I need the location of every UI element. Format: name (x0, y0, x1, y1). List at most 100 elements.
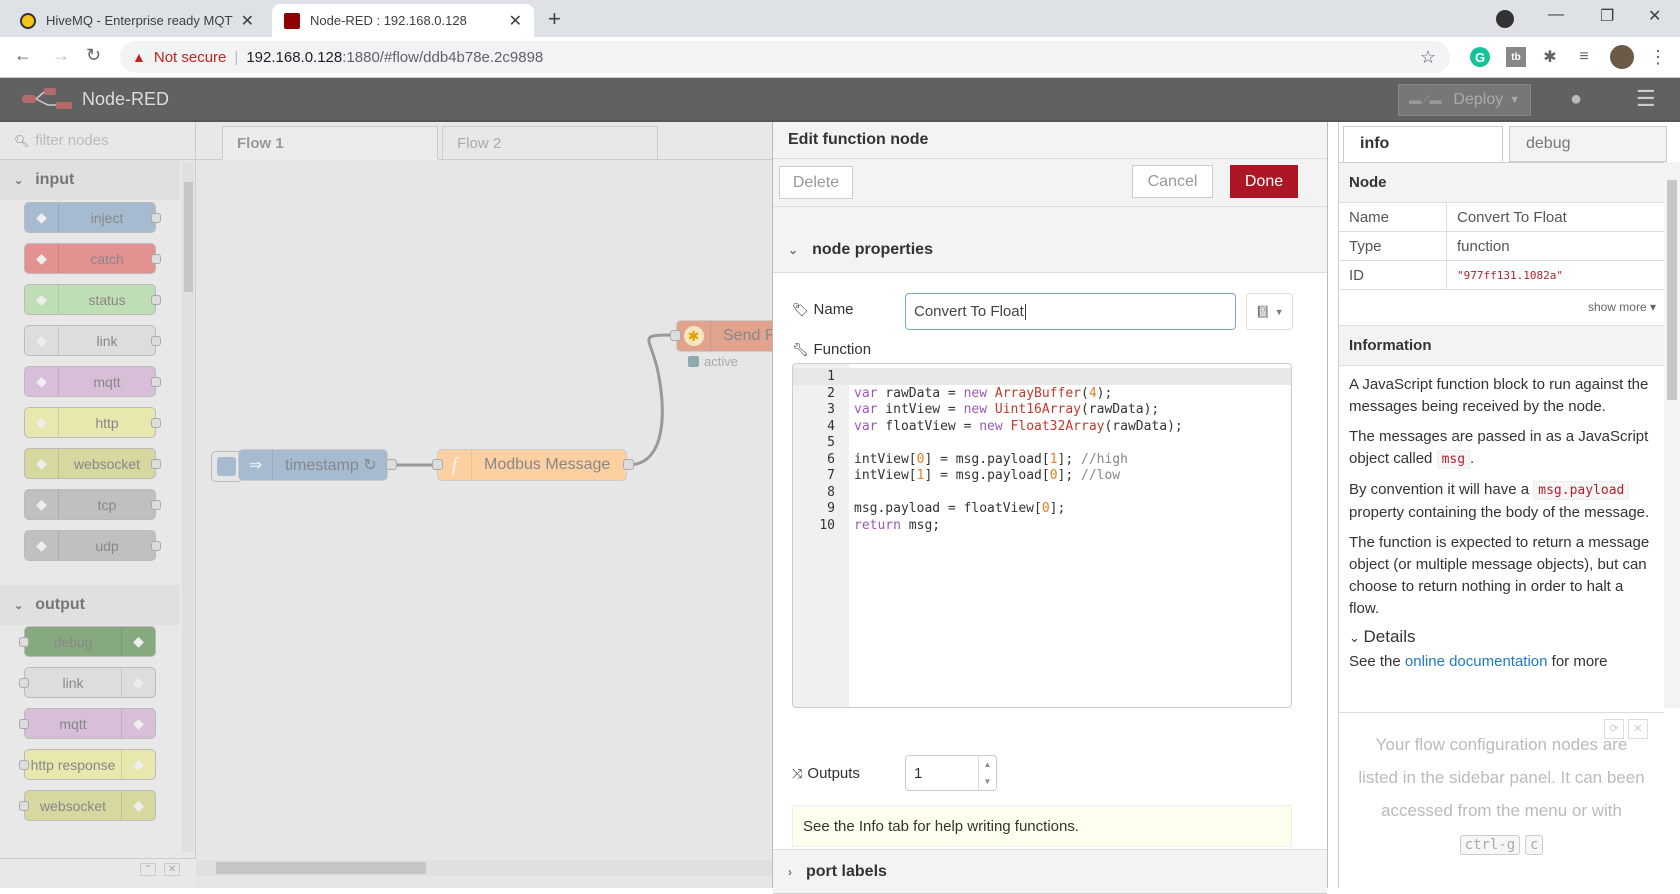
input-port[interactable] (432, 459, 443, 470)
palette-node-link[interactable]: link ◆ (19, 667, 156, 698)
url-host: 192.168.0.128 (246, 48, 343, 66)
delete-button[interactable]: Delete (779, 166, 853, 199)
spin-up-icon[interactable]: ▲ (984, 760, 992, 769)
filter-nodes-input[interactable]: 🔍︎ filter nodes (0, 122, 195, 160)
library-button[interactable]: 📓︎ ▼ (1246, 293, 1293, 330)
flow-node-timestamp[interactable]: ⇒ timestamp ↻ (238, 449, 388, 481)
tb-extension-icon[interactable]: tb (1506, 47, 1526, 67)
tab-debug[interactable]: debug (1509, 126, 1667, 162)
show-more-link[interactable]: show more ▾ (1339, 290, 1664, 326)
output-port[interactable] (386, 459, 397, 470)
maximize-icon[interactable]: ❐ (1600, 6, 1614, 26)
browser-tab-hivemq[interactable]: HiveMQ - Enterprise ready MQTT ✕ (8, 4, 266, 37)
code-line[interactable]: 4 var floatView = new Float32Array(rawDat… (793, 418, 1291, 435)
cancel-button[interactable]: Cancel (1132, 165, 1213, 198)
back-icon[interactable]: ← (14, 45, 32, 66)
palette-node-tcp[interactable]: ◆ tcp (24, 489, 161, 520)
code-line[interactable]: 1 (793, 368, 1291, 385)
palette-node-http-response[interactable]: http response ◆ (19, 749, 156, 780)
expand-all-icon[interactable]: ✕ (164, 863, 181, 876)
collapse-all-icon[interactable]: ⌃ (140, 863, 157, 876)
workspace-h-scrollbar[interactable] (196, 860, 780, 876)
hamburger-menu-icon[interactable]: ☰ (1636, 86, 1656, 112)
palette-node-mqtt[interactable]: ◆ mqtt (24, 366, 161, 397)
extensions-puzzle-icon[interactable]: ✱ (1540, 47, 1560, 67)
node-type-icon: ◆ (121, 750, 155, 779)
done-button[interactable]: Done (1230, 165, 1298, 198)
url-input[interactable]: ▲ Not secure | 192.168.0.128 :1880/#flow… (120, 41, 1450, 73)
media-queue-icon[interactable]: ≡ (1574, 47, 1594, 67)
category-output[interactable]: ⌄ output (0, 585, 180, 625)
category-input[interactable]: ⌄ input (0, 160, 180, 200)
minimize-icon[interactable]: — (1548, 6, 1564, 24)
output-port[interactable] (623, 459, 634, 470)
node-type-icon: ◆ (121, 668, 155, 697)
profile-avatar[interactable] (1610, 45, 1634, 69)
code-line[interactable]: 5 (793, 434, 1291, 451)
refresh-icon[interactable]: ⟳ (1604, 719, 1624, 739)
code-editor[interactable]: 1 2 var rawData = new ArrayBuffer(4); 3 var … (792, 363, 1292, 708)
code-line[interactable]: 8 (793, 484, 1291, 501)
palette-node-http[interactable]: ◆ http (24, 407, 161, 438)
security-label[interactable]: Not secure (154, 49, 227, 66)
wire[interactable] (627, 333, 673, 467)
code-line[interactable]: 7 intView[1] = msg.payload[0]; //low (793, 467, 1291, 484)
reload-icon[interactable]: ↻ (86, 45, 101, 66)
flow-node-modbus-message[interactable]: f Modbus Message (437, 449, 627, 481)
forward-icon[interactable]: → (52, 45, 70, 66)
close-tab-icon[interactable]: ✕ (241, 11, 254, 31)
palette-node-inject[interactable]: ◆ inject (24, 202, 161, 233)
node-properties-section[interactable]: ⌄ node properties (773, 228, 1327, 272)
node-label: status (88, 291, 126, 308)
outputs-spinner[interactable]: ▲ ▼ (978, 756, 996, 790)
port-labels-section[interactable]: › port labels (773, 850, 1327, 894)
sidebar: info debug Node Name Convert To Float Typ… (1338, 122, 1680, 888)
deploy-button[interactable]: ▬⟋▬ Deploy ▼ (1398, 84, 1531, 116)
palette-node-websocket[interactable]: ◆ websocket (24, 448, 161, 479)
code-line[interactable]: 10 return msg; (793, 517, 1291, 534)
close-icon[interactable]: ✕ (1628, 719, 1648, 739)
scrollbar-thumb[interactable] (1667, 180, 1677, 400)
scrollbar-thumb[interactable] (184, 182, 193, 292)
online-documentation-link[interactable]: online documentation (1405, 653, 1548, 670)
input-port[interactable] (670, 330, 681, 341)
deploy-dropdown-icon[interactable]: ▼ (1509, 94, 1520, 106)
outputs-input[interactable]: 1 ▲ ▼ (905, 755, 997, 791)
palette-scrollbar[interactable] (182, 162, 194, 852)
tab-search-icon[interactable] (1496, 10, 1514, 28)
close-window-icon[interactable]: ✕ (1648, 6, 1661, 26)
palette-node-catch[interactable]: ◆ catch (24, 243, 161, 274)
close-tab-icon[interactable]: ✕ (509, 11, 522, 31)
node-label: tcp (97, 496, 117, 513)
user-icon[interactable]: ● (1570, 88, 1582, 111)
grammarly-extension-icon[interactable]: G (1470, 47, 1490, 67)
details-toggle[interactable]: ⌄ Details (1339, 626, 1664, 649)
code-line[interactable]: 9 msg.payload = floatView[0]; (793, 500, 1291, 517)
node-label: udp (95, 537, 119, 554)
code-text: msg.payload = floatView[0]; (854, 501, 1066, 516)
tab-title: Node-RED : 192.168.0.128 (310, 13, 467, 28)
browser-tab-nodered[interactable]: Node-RED : 192.168.0.128 ✕ (272, 4, 534, 37)
code-line[interactable]: 6 intView[0] = msg.payload[1]; //high (793, 451, 1291, 468)
bookmark-star-icon[interactable]: ☆ (1420, 47, 1436, 68)
palette-node-websocket[interactable]: websocket ◆ (19, 790, 156, 821)
palette-node-link[interactable]: ◆ link (24, 325, 161, 356)
flow-workspace[interactable]: Flow 1 Flow 2 ⇒ timestamp ↻ f Modbus Mes… (196, 122, 786, 888)
node-type-icon: ◆ (25, 367, 59, 396)
spin-down-icon[interactable]: ▼ (984, 777, 992, 786)
tab-info[interactable]: info (1343, 126, 1503, 162)
name-input[interactable]: Convert To Float (905, 293, 1236, 330)
flow-node-send[interactable]: ✱ Send R (676, 320, 786, 352)
node-type-icon: ◆ (121, 627, 155, 656)
palette-node-debug[interactable]: debug ◆ (19, 626, 156, 657)
info-scrollbar[interactable] (1664, 162, 1680, 708)
palette-node-udp[interactable]: ◆ udp (24, 530, 161, 561)
scrollbar-thumb[interactable] (216, 862, 426, 874)
new-tab-icon[interactable]: + (548, 6, 561, 32)
code-text: intView[0] = msg.payload[1]; //high (854, 451, 1128, 467)
code-line[interactable]: 2 var rawData = new ArrayBuffer(4); (793, 385, 1291, 402)
palette-node-status[interactable]: ◆ status (24, 284, 161, 315)
code-line[interactable]: 3 var intView = new Uint16Array(rawData); (793, 401, 1291, 418)
chrome-menu-icon[interactable]: ⋮ (1648, 47, 1668, 67)
palette-node-mqtt[interactable]: mqtt ◆ (19, 708, 156, 739)
